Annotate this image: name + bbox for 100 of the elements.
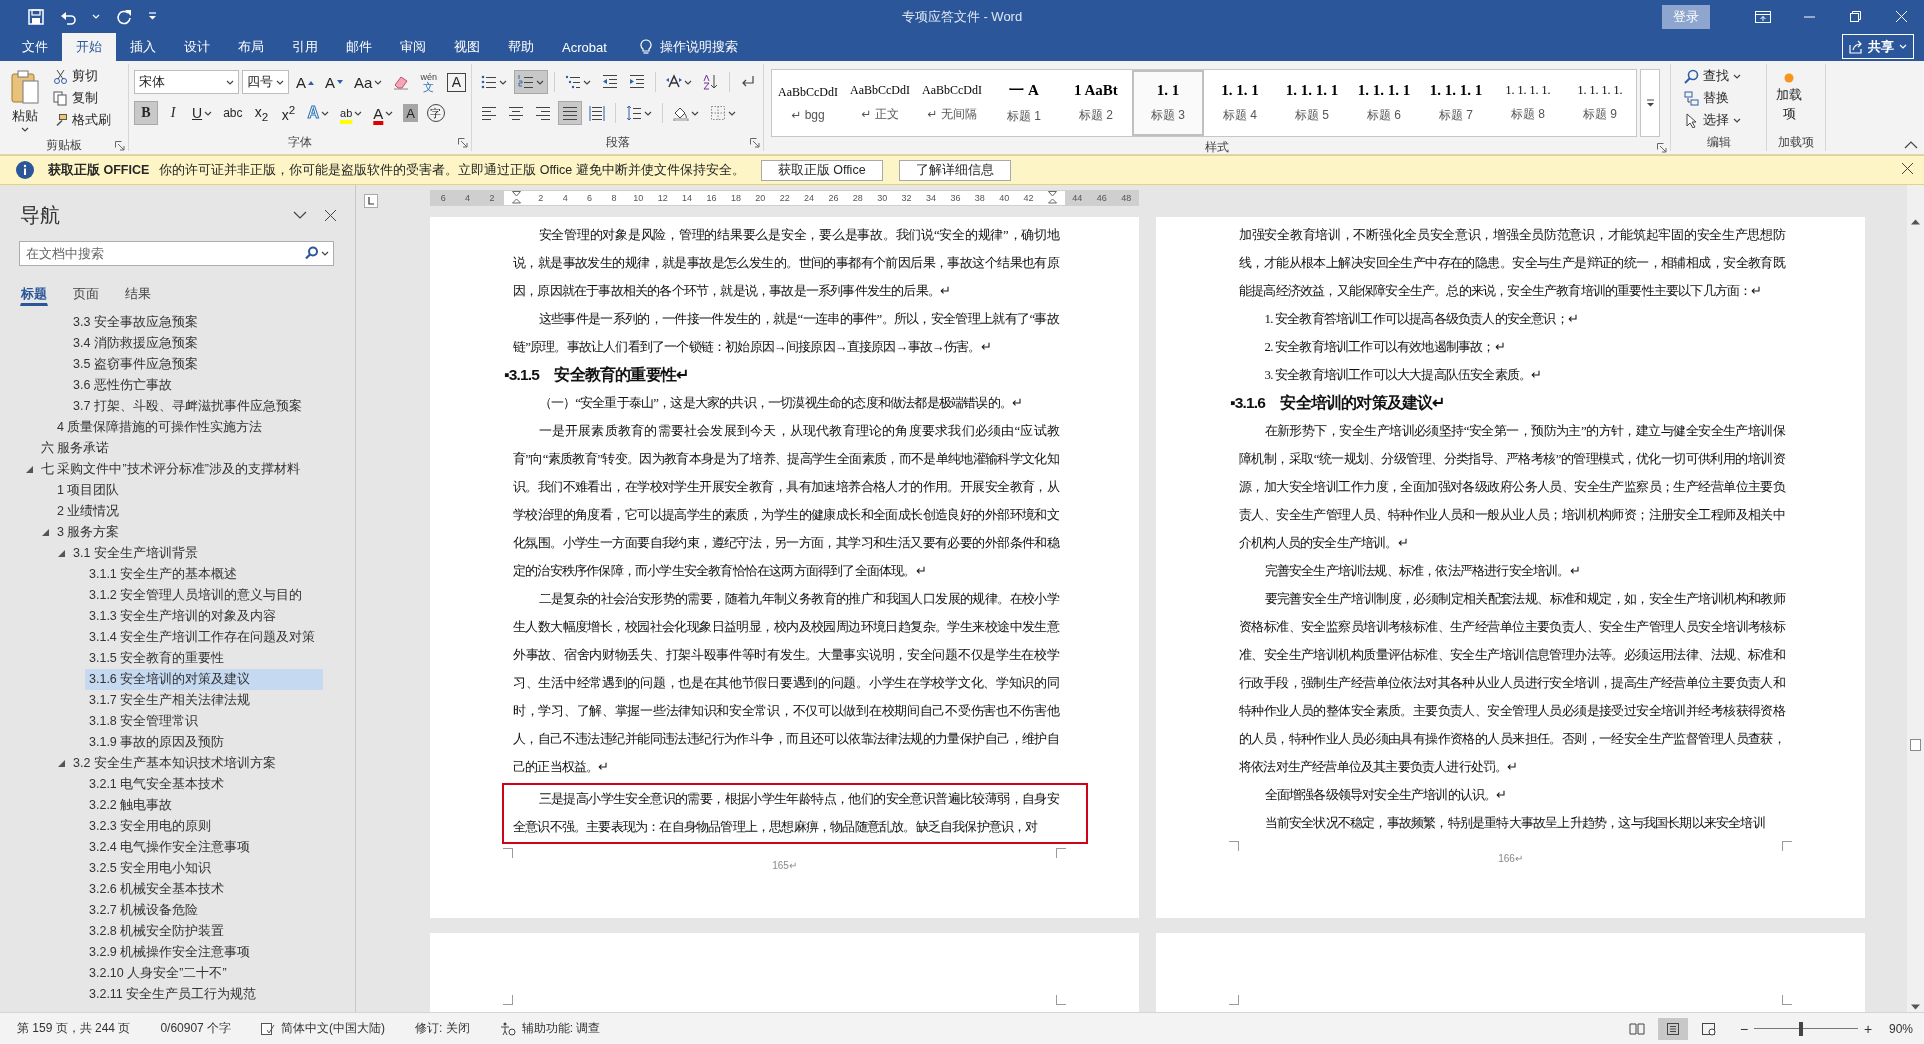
replace-button[interactable]: 替换 (1680, 88, 1745, 108)
dialog-launcher-icon[interactable] (115, 141, 125, 151)
grow-font-button[interactable]: A (292, 70, 318, 94)
ribbon-tab[interactable]: Acrobat (548, 33, 621, 61)
style-item[interactable]: 1. 1. 1. 1 标题 7 (1420, 70, 1492, 136)
outline-item[interactable]: 六 服务承诺 (37, 438, 323, 459)
share-button[interactable]: 共享 (1842, 34, 1914, 59)
format-painter-button[interactable]: 格式刷 (49, 110, 115, 130)
strikethrough-button[interactable]: abc (219, 101, 247, 125)
outline-item[interactable]: 3.2.5 安全用电小知识 (85, 858, 323, 879)
outline-item[interactable]: 3.1.5 安全教育的重要性 (85, 648, 323, 669)
paste-button[interactable]: 粘贴 (5, 64, 45, 137)
outline-item[interactable]: 3.1.2 安全管理人员培训的意义与目的 (85, 585, 323, 606)
language-status[interactable]: 简体中文(中国大陆) (281, 1020, 386, 1037)
ribbon-tab[interactable]: 开始 (62, 33, 116, 61)
expanded-triangle-icon[interactable] (26, 466, 33, 473)
subscript-button[interactable]: x$_{2}$ (249, 101, 274, 125)
dialog-launcher-icon[interactable] (458, 138, 468, 148)
outline-item[interactable]: 3.5 盗窃事件应急预案 (69, 354, 323, 375)
scroll-up-icon[interactable] (1911, 219, 1920, 225)
outline-item[interactable]: 3.2.10 人身安全”二十不” (85, 963, 323, 984)
outline-item[interactable]: 七 采购文件中”技术评分标准”涉及的支撑材料 (37, 459, 323, 480)
phonetic-guide-button[interactable]: wén 文 (416, 70, 441, 94)
outline-item[interactable]: 1 项目团队 (53, 480, 323, 501)
outline-item[interactable]: 3 服务方案 (53, 522, 323, 543)
outline-item[interactable]: 3.1.1 安全生产的基本概述 (85, 564, 323, 585)
vertical-scrollbar[interactable] (1907, 185, 1924, 1012)
outline-item[interactable]: 2 业绩情况 (53, 501, 323, 522)
character-shading-button[interactable]: A (403, 104, 418, 122)
expanded-triangle-icon[interactable] (42, 529, 49, 536)
outline-item[interactable]: 3.2.6 机械安全基本技术 (85, 879, 323, 900)
ribbon-tab[interactable]: 邮件 (332, 33, 386, 61)
scrollbar-thumb[interactable] (1910, 739, 1921, 751)
zoom-in-button[interactable]: + (1859, 1019, 1876, 1038)
indent-marker-icon[interactable] (511, 191, 521, 205)
proofing-icon[interactable] (261, 1022, 276, 1035)
style-item[interactable]: 1. 1. 1. 1 标题 6 (1348, 70, 1420, 136)
italic-button[interactable]: I (161, 101, 185, 125)
outline-item[interactable]: 4 质量保障措施的可操作性实施方法 (53, 417, 323, 438)
underline-button[interactable]: U (188, 101, 217, 125)
outline-item[interactable]: 3.1 安全生产培训背景 (69, 543, 323, 564)
ribbon-tab[interactable]: 审阅 (386, 33, 440, 61)
outline-item[interactable]: 3.2.2 触电事故 (85, 795, 323, 816)
outline-item[interactable]: 3.2.8 机械安全防护装置 (85, 921, 323, 942)
style-item[interactable]: AaBbCcDdI ↵ 无间隔 (916, 70, 988, 136)
accessibility-status[interactable]: 辅助功能: 调查 (521, 1020, 601, 1037)
superscript-button[interactable]: x$^{2}$ (276, 101, 301, 125)
copy-button[interactable]: 复制 (49, 88, 115, 108)
outline-item[interactable]: 3.1.6 安全培训的对策及建议 (85, 669, 323, 690)
outline-item[interactable]: 3.2.1 电气安全基本技术 (85, 774, 323, 795)
track-changes-status[interactable]: 修订: 关闭 (415, 1020, 470, 1037)
expanded-triangle-icon[interactable] (58, 760, 65, 767)
character-border-button[interactable]: A (446, 72, 466, 92)
outline-item[interactable]: 3.3 安全事故应急预案 (69, 312, 323, 333)
outline-item[interactable]: 3.1.8 安全管理常识 (85, 711, 323, 732)
style-item[interactable]: 一 A 标题 1 (988, 70, 1060, 136)
accessibility-icon[interactable] (499, 1021, 516, 1036)
outline-item[interactable]: 3.2.3 安全用电的原则 (85, 816, 323, 837)
style-item[interactable]: 1. 1. 1. 1 标题 5 (1276, 70, 1348, 136)
font-name-field[interactable]: 宋体 (134, 70, 239, 94)
outline-item[interactable]: 3.2.7 机械设备危险 (85, 900, 323, 921)
bold-button[interactable]: B (134, 101, 158, 125)
outline-item[interactable]: 3.1.9 事故的原因及预防 (85, 732, 323, 753)
add-ins-button[interactable]: 加载项 (1772, 64, 1806, 133)
outline-item[interactable]: 3.6 恶性伤亡事故 (69, 375, 323, 396)
outline-item[interactable]: 3.7 打架、斗殴、寻衅滋扰事件应急预案 (69, 396, 323, 417)
ribbon-tab[interactable]: 插入 (116, 33, 170, 61)
style-item[interactable]: 1. 1. 1 标题 4 (1204, 70, 1276, 136)
outline-item[interactable]: 3.2.9 机械操作安全注意事项 (85, 942, 323, 963)
pane-tab[interactable]: 页面 (72, 283, 100, 306)
zoom-out-button[interactable]: − (1735, 1019, 1752, 1038)
dialog-launcher-icon[interactable] (750, 138, 760, 148)
pane-tab[interactable]: 标题 (20, 283, 48, 306)
style-item[interactable]: 1. 1. 1. 1. 标题 8 (1492, 70, 1564, 136)
ribbon-tab[interactable]: 引用 (278, 33, 332, 61)
search-field[interactable]: 在文档中搜索 (19, 241, 334, 266)
expanded-triangle-icon[interactable] (58, 550, 65, 557)
outline-item[interactable]: 3.2.11 安全生产员工行为规范 (85, 984, 323, 1005)
gallery-more-button[interactable] (1640, 69, 1660, 137)
indent-marker-icon[interactable] (1048, 191, 1058, 205)
style-item[interactable]: 1. 1 标题 3 (1132, 70, 1204, 136)
change-case-button[interactable]: Aa (350, 70, 387, 94)
select-button[interactable]: 选择 (1680, 110, 1745, 130)
font-size-field[interactable]: 四号 (242, 70, 289, 94)
cut-button[interactable]: 剪切 (49, 66, 115, 86)
ribbon-tab[interactable]: 设计 (170, 33, 224, 61)
outline-item[interactable]: 3.4 消防救援应急预案 (69, 333, 323, 354)
zoom-slider-thumb[interactable] (1798, 1021, 1803, 1036)
style-item[interactable]: AaBbCcDdI ↵ bgg (772, 70, 844, 136)
style-item[interactable]: 1 AaBt 标题 2 (1060, 70, 1132, 136)
shrink-font-button[interactable]: A (321, 70, 348, 94)
scroll-down-icon[interactable] (1911, 1004, 1920, 1010)
dialog-launcher-icon[interactable] (1657, 143, 1667, 153)
font-color-button[interactable]: A (369, 101, 398, 125)
collapse-ribbon-icon[interactable] (1904, 140, 1918, 150)
style-item[interactable]: 1. 1. 1. 1. 标题 9 (1564, 70, 1636, 136)
style-item[interactable]: AaBbCcDdI ↵ 正文 (844, 70, 916, 136)
ribbon-tab[interactable]: 文件 (8, 33, 62, 61)
pane-tab[interactable]: 结果 (124, 283, 152, 306)
ribbon-tab[interactable]: 布局 (224, 33, 278, 61)
